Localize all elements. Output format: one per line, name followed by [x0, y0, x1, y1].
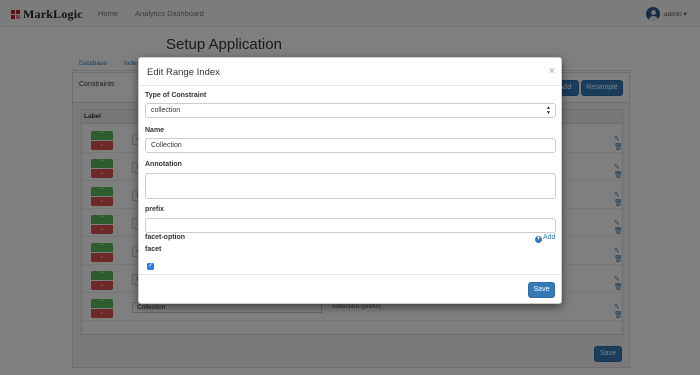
close-icon[interactable]: ×: [549, 66, 555, 77]
type-of-constraint-value: collection: [151, 107, 181, 114]
annotation-textarea[interactable]: [145, 173, 556, 199]
edit-range-index-modal: Edit Range Index × Type of Constraint co…: [138, 57, 562, 304]
name-input[interactable]: Collection: [145, 138, 556, 153]
annotation-label: Annotation: [145, 161, 182, 168]
facet-checkbox[interactable]: ✓: [147, 263, 154, 270]
select-arrows-icon: ▲ ▼: [546, 105, 551, 116]
save-button[interactable]: Save: [528, 282, 555, 298]
modal-footer-divider: [139, 274, 561, 275]
type-of-constraint-select[interactable]: collection ▲ ▼: [145, 103, 556, 118]
modal-title: Edit Range Index: [147, 67, 220, 78]
facet-option-label: facet-option: [145, 234, 186, 241]
add-facet-option-label: Add: [543, 234, 556, 241]
name-label: Name: [145, 127, 165, 134]
type-of-constraint-label: Type of Constraint: [145, 92, 207, 99]
plus-circle-icon: +: [535, 236, 542, 243]
add-facet-option-link[interactable]: + Add: [535, 234, 555, 243]
modal-header: Edit Range Index ×: [139, 58, 561, 86]
facet-label: facet: [145, 246, 162, 253]
prefix-label: prefix: [145, 206, 165, 213]
prefix-input[interactable]: [145, 218, 556, 233]
